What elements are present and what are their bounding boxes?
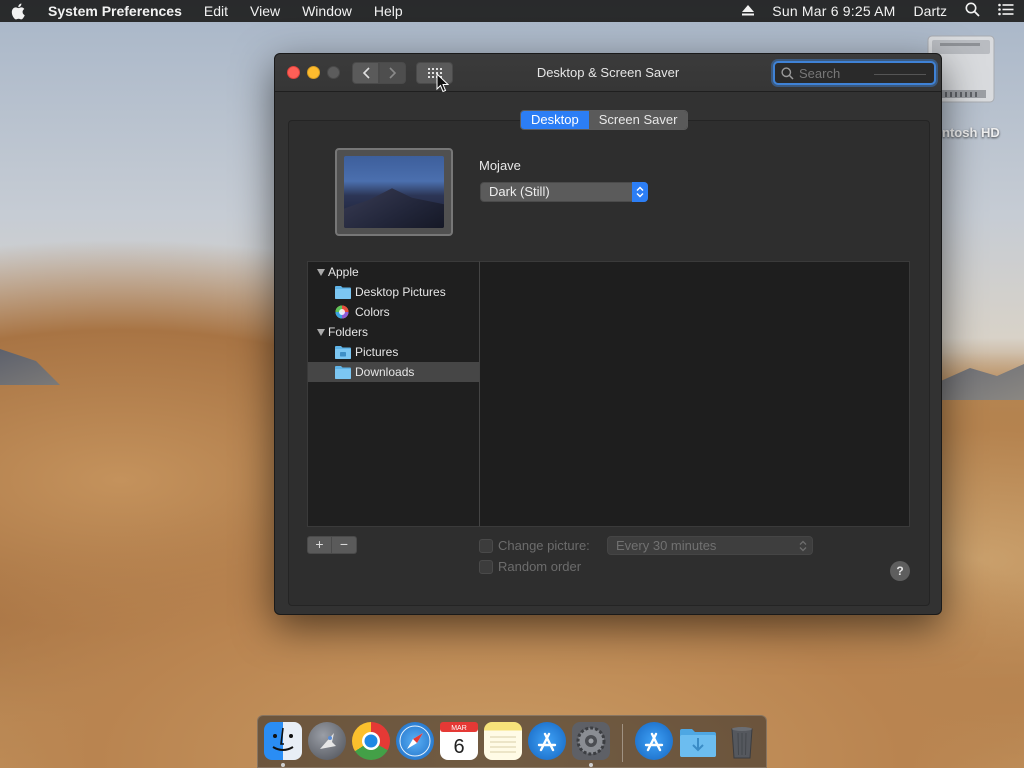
launchpad-icon[interactable] xyxy=(308,722,346,760)
wallpaper-style-select[interactable]: Dark (Still) xyxy=(480,182,648,202)
interval-select[interactable]: Every 30 minutes xyxy=(607,536,813,555)
color-wheel-icon xyxy=(335,305,351,319)
menu-user[interactable]: Dartz xyxy=(914,3,947,19)
source-item-label: Desktop Pictures xyxy=(355,285,446,299)
menu-clock[interactable]: Sun Mar 6 9:25 AM xyxy=(772,3,895,19)
source-item-desktop-pictures[interactable]: Desktop Pictures xyxy=(308,282,479,302)
random-order-checkbox[interactable]: Random order xyxy=(479,559,581,574)
spotlight-icon[interactable] xyxy=(965,2,980,20)
disclosure-triangle-icon[interactable] xyxy=(316,267,326,277)
pictures-folder-icon xyxy=(335,345,351,359)
source-item-pictures[interactable]: Pictures xyxy=(308,342,479,362)
change-picture-label: Change picture: xyxy=(498,538,590,553)
eject-icon[interactable] xyxy=(742,3,755,19)
dock: MAR 6 xyxy=(257,715,767,768)
change-picture-checkbox[interactable]: Change picture: xyxy=(479,538,590,553)
remove-folder-button[interactable]: − xyxy=(332,536,357,554)
search-input[interactable] xyxy=(799,65,929,81)
group-label: Apple xyxy=(328,265,359,279)
tab-desktop[interactable]: Desktop xyxy=(521,111,589,129)
help-button[interactable]: ? xyxy=(890,561,910,581)
wallpaper-preview xyxy=(335,148,453,236)
menu-bar: System Preferences Edit View Window Help… xyxy=(0,0,1024,22)
wallpaper-style-value: Dark (Still) xyxy=(489,184,550,199)
source-item-label: Downloads xyxy=(355,365,415,379)
downloads-stack-icon[interactable] xyxy=(679,722,717,760)
tab-screen-saver[interactable]: Screen Saver xyxy=(588,111,688,129)
desktop-screensaver-window: Desktop & Screen Saver Desktop Screen Sa… xyxy=(274,53,942,615)
source-item-downloads[interactable]: Downloads xyxy=(308,362,479,382)
group-apple[interactable]: Apple xyxy=(308,262,479,282)
source-item-label: Pictures xyxy=(355,345,399,359)
source-item-label: Colors xyxy=(355,305,390,319)
select-stepper-icon xyxy=(632,182,648,202)
apple-menu-icon[interactable] xyxy=(10,2,26,20)
menu-window[interactable]: Window xyxy=(302,3,352,19)
notification-center-icon[interactable] xyxy=(998,3,1014,19)
menu-view[interactable]: View xyxy=(250,3,280,19)
group-label: Folders xyxy=(328,325,369,339)
interval-value: Every 30 minutes xyxy=(616,538,717,553)
image-grid[interactable] xyxy=(479,261,910,527)
wallpaper-name: Mojave xyxy=(479,158,521,173)
disclosure-triangle-icon[interactable] xyxy=(316,327,326,337)
mountain-right xyxy=(934,364,1024,400)
add-remove-control: + − xyxy=(307,536,357,554)
window-titlebar[interactable]: Desktop & Screen Saver xyxy=(275,54,941,93)
calendar-day: 6 xyxy=(453,736,464,758)
app-store-icon[interactable] xyxy=(528,722,566,760)
checkbox-box[interactable] xyxy=(479,559,493,574)
hard-disk-label[interactable]: ntosh HD xyxy=(942,125,1000,140)
folder-icon xyxy=(335,285,351,299)
trash-icon[interactable] xyxy=(723,722,761,760)
group-folders[interactable]: Folders xyxy=(308,322,479,342)
system-preferences-icon[interactable] xyxy=(572,722,610,760)
wallpaper-dune xyxy=(344,188,444,228)
mountain-left xyxy=(0,349,60,385)
chrome-icon[interactable] xyxy=(352,722,390,760)
source-item-colors[interactable]: Colors xyxy=(308,302,479,322)
applications-folder-icon[interactable] xyxy=(635,722,673,760)
menu-app-name[interactable]: System Preferences xyxy=(48,3,182,19)
random-order-label: Random order xyxy=(498,559,582,574)
dock-separator xyxy=(622,724,623,762)
search-icon xyxy=(781,66,794,80)
calendar-icon[interactable]: MAR 6 xyxy=(440,722,478,760)
tab-control: Desktop Screen Saver xyxy=(520,110,689,130)
calendar-month: MAR xyxy=(451,725,467,732)
search-field[interactable] xyxy=(773,61,936,85)
menu-edit[interactable]: Edit xyxy=(204,3,228,19)
running-indicator xyxy=(281,763,285,767)
search-underline xyxy=(874,74,926,75)
add-folder-button[interactable]: + xyxy=(307,536,332,554)
finder-icon[interactable] xyxy=(264,722,302,760)
notes-icon[interactable] xyxy=(484,722,522,760)
running-indicator xyxy=(589,763,593,767)
checkbox-box[interactable] xyxy=(479,538,493,553)
safari-icon[interactable] xyxy=(396,722,434,760)
menu-help[interactable]: Help xyxy=(374,3,403,19)
select-stepper-icon xyxy=(798,538,808,553)
wallpaper-thumbnail xyxy=(344,156,444,228)
downloads-folder-icon xyxy=(335,365,351,379)
source-list[interactable]: Apple Desktop Pictures Colors Folders Pi… xyxy=(307,261,479,527)
